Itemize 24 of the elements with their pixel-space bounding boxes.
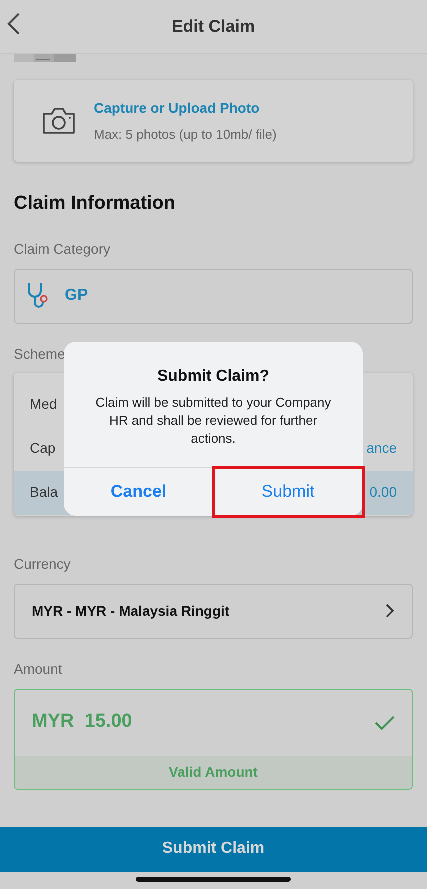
page-title: Edit Claim [172, 16, 256, 38]
upload-hint: Max: 5 photos (up to 10mb/ file) [94, 126, 277, 144]
chevron-right-icon [385, 604, 395, 618]
camera-icon [42, 107, 76, 135]
submit-claim-button[interactable]: Submit Claim [0, 826, 427, 872]
check-icon [375, 714, 395, 730]
submit-button[interactable]: Submit [214, 468, 363, 516]
currency-field[interactable]: MYR - MYR - Malaysia Ringgit [14, 584, 413, 638]
category-value: GP [65, 286, 88, 306]
field-label: Claim Category [14, 240, 112, 259]
validation-message: Valid Amount [169, 762, 258, 782]
back-button[interactable] [6, 12, 22, 36]
amount-field[interactable]: MYR 15.00 Valid Amount [14, 688, 413, 790]
field-label: Currency [14, 554, 72, 574]
field-label: Amount [14, 660, 64, 678]
amount-value: MYR 15.00 [32, 710, 132, 734]
cancel-button[interactable]: Cancel [64, 468, 214, 516]
category-field[interactable]: GP [14, 268, 413, 324]
dialog-title: Submit Claim? [157, 367, 270, 387]
section-title: Claim Information [14, 192, 177, 216]
upload-title: Capture or Upload Photo [94, 98, 261, 118]
dialog-message: Claim will be submitted to your Company HR and shall be reviewed for further actions. [94, 394, 332, 448]
field-label: Scheme [14, 344, 66, 364]
upload-card[interactable]: Capture or Upload Photo Max: 5 photos (up to 10mb/ file) [14, 80, 413, 162]
